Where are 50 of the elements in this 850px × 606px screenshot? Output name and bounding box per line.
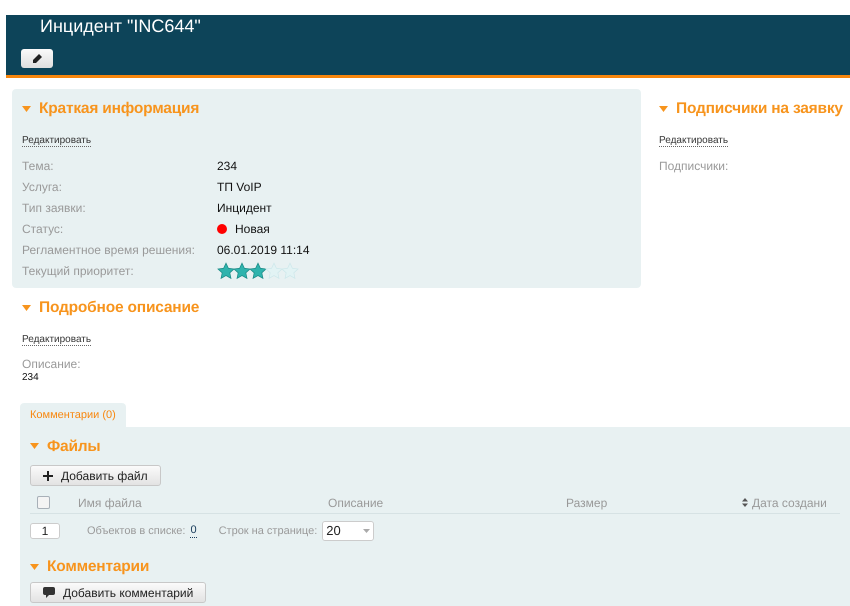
- edit-button[interactable]: [21, 49, 53, 68]
- collapse-triangle-icon[interactable]: [30, 443, 39, 450]
- edit-link[interactable]: Редактировать: [22, 334, 92, 346]
- plus-icon: [43, 470, 53, 480]
- field-value: 234: [217, 158, 238, 176]
- rows-label: Строк на странице:: [218, 524, 318, 539]
- field-value: ТП VoIP: [217, 179, 262, 196]
- field-label: Услуга:: [22, 179, 63, 196]
- sort-icon[interactable]: [742, 498, 748, 507]
- star-icon: [265, 262, 283, 280]
- section-title: Подписчики на заявку: [676, 99, 843, 119]
- select-all-checkbox[interactable]: [37, 496, 50, 509]
- description-text: 234: [22, 372, 40, 385]
- star-icon: [281, 262, 299, 280]
- section-title: Краткая информация: [39, 99, 200, 119]
- section-title: Файлы: [47, 436, 100, 457]
- count-link[interactable]: 0: [190, 524, 197, 538]
- collapse-triangle-icon[interactable]: [30, 564, 39, 570]
- rows-per-page-select[interactable]: 20: [322, 521, 374, 541]
- field-label: Регламентное время решения:: [22, 242, 196, 260]
- collapse-triangle-icon[interactable]: [22, 304, 31, 311]
- collapse-triangle-icon[interactable]: [659, 106, 668, 112]
- column-header: Имя файла: [78, 494, 142, 512]
- section-title: Подробное описание: [39, 298, 200, 318]
- collapse-triangle-icon[interactable]: [22, 106, 31, 112]
- column-header: Размер: [566, 494, 608, 512]
- column-header: Описание: [328, 494, 384, 512]
- speech-bubble-icon: [43, 587, 55, 598]
- field-value: Инцидент: [217, 200, 272, 218]
- page-number-field[interactable]: 1: [30, 523, 60, 539]
- count-label: Объектов в списке:: [87, 524, 186, 539]
- field-label: Подписчики:: [659, 158, 730, 176]
- dropdown-caret-icon: [363, 529, 370, 533]
- add-comment-button[interactable]: Добавить комментарий: [30, 582, 206, 604]
- field-value: Новая: [235, 221, 270, 238]
- page-title: Инцидент "INC644": [40, 17, 202, 35]
- field-label: Описание:: [22, 357, 82, 372]
- star-icon: [217, 262, 235, 280]
- pencil-icon: [32, 54, 42, 64]
- field-label: Статус:: [22, 221, 64, 238]
- field-label: Текущий приоритет:: [22, 263, 135, 280]
- field-value: 06.01.2019 11:14: [217, 242, 310, 260]
- edit-link[interactable]: Редактировать: [659, 135, 728, 148]
- field-label: Тема:: [22, 158, 55, 176]
- field-label: Тип заявки:: [22, 200, 87, 218]
- star-icon: [233, 262, 251, 280]
- section-title: Комментарии: [47, 557, 150, 577]
- add-file-button[interactable]: Добавить файл: [30, 465, 161, 486]
- edit-link[interactable]: Редактировать: [22, 135, 92, 148]
- star-icon: [249, 262, 267, 280]
